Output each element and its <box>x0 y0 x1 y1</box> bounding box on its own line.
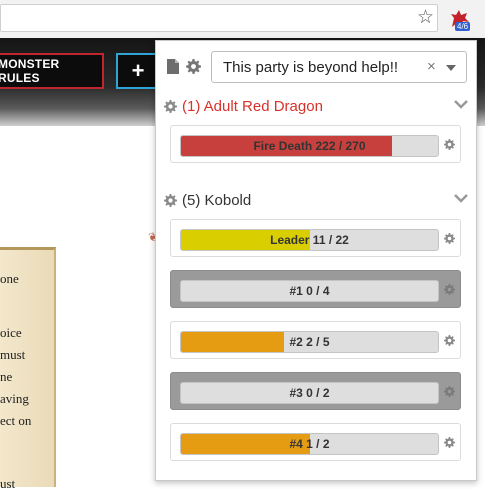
add-button[interactable]: + <box>116 53 160 89</box>
creature-card: #1 0 / 4 <box>170 270 461 308</box>
party-settings-gear-icon[interactable] <box>186 59 201 74</box>
creature-gear-icon[interactable] <box>444 139 455 150</box>
party-select[interactable]: This party is beyond help!! × <box>211 51 467 83</box>
chevron-down-icon[interactable] <box>454 99 468 109</box>
parchment-text: ne <box>0 369 13 384</box>
extension-badge: 4/6 <box>455 22 471 31</box>
parchment-text: ust <box>0 476 16 491</box>
chevron-down-icon[interactable] <box>454 193 468 203</box>
browser-toolbar: ☆ 4/6 <box>0 0 485 39</box>
creature-gear-icon[interactable] <box>444 284 455 295</box>
group-gear-icon[interactable] <box>164 194 177 207</box>
creature-card: #4 1 / 2 <box>170 423 461 461</box>
creature-gear-icon[interactable] <box>444 233 455 244</box>
hp-label: Fire Death 222 / 270 <box>253 139 366 153</box>
parchment-panel: one oice must ne aving ect on ust <box>0 247 56 491</box>
creature-card: #3 0 / 2 <box>170 372 461 410</box>
hp-bar[interactable]: #1 0 / 4 <box>180 280 439 302</box>
hp-bar[interactable]: #2 2 / 5 <box>180 331 439 353</box>
group-title: (1) Adult Red Dragon <box>182 98 323 115</box>
document-icon[interactable] <box>167 59 179 74</box>
creature-card: #2 2 / 5 <box>170 321 461 359</box>
hp-bar[interactable]: #3 0 / 2 <box>180 382 439 404</box>
creature-card: Fire Death 222 / 270 <box>170 125 461 163</box>
creature-gear-icon[interactable] <box>444 335 455 346</box>
parchment-text: aving <box>0 391 29 406</box>
bookmark-star-icon[interactable]: ☆ <box>417 6 434 30</box>
parchment-text: ect on <box>0 413 32 428</box>
hp-label: Leader 11 / 22 <box>270 233 349 247</box>
hp-label: #2 2 / 5 <box>289 335 330 349</box>
encounter-popup: This party is beyond help!! × (1) Adult … <box>155 40 477 481</box>
group-gear-icon[interactable] <box>164 100 177 113</box>
parchment-text: one <box>0 271 19 286</box>
hp-bar[interactable]: Leader 11 / 22 <box>180 229 439 251</box>
creature-gear-icon[interactable] <box>444 437 455 448</box>
group-header-kobold[interactable]: (5) Kobold <box>164 191 468 211</box>
creature-gear-icon[interactable] <box>444 386 455 397</box>
group-title: (5) Kobold <box>182 192 252 209</box>
hp-bar[interactable]: #4 1 / 2 <box>180 433 439 455</box>
hp-bar[interactable]: Fire Death 222 / 270 <box>180 135 439 157</box>
hp-label: #3 0 / 2 <box>289 386 330 400</box>
parchment-text: oice <box>0 325 22 340</box>
hp-label: #1 0 / 4 <box>289 284 330 298</box>
address-bar[interactable] <box>0 4 438 32</box>
monster-rules-button[interactable]: MONSTER RULES <box>0 53 104 89</box>
dropdown-caret-icon[interactable] <box>446 65 456 71</box>
clear-selection-icon[interactable]: × <box>427 58 436 75</box>
creature-card: Leader 11 / 22 <box>170 219 461 257</box>
parchment-text: must <box>0 347 26 362</box>
party-name: This party is beyond help!! <box>223 59 399 76</box>
hp-label: #4 1 / 2 <box>289 437 330 451</box>
group-header-dragon[interactable]: (1) Adult Red Dragon <box>164 97 468 117</box>
